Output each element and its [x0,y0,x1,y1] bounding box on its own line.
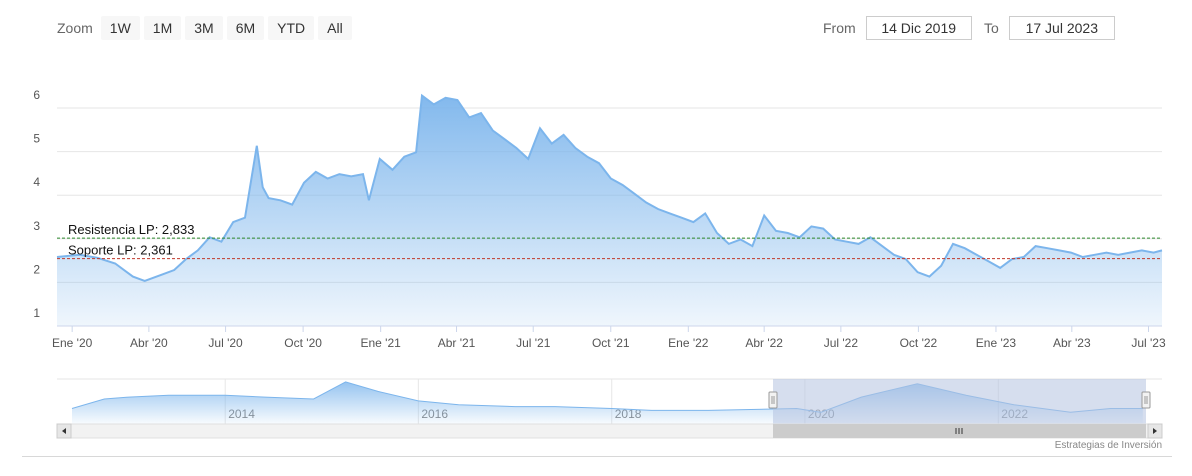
y-tick-label: 1 [33,306,40,320]
support-label: Soporte LP: 2,361 [68,243,173,258]
x-tick-label: Oct '22 [900,336,938,350]
navigator-left-handle[interactable] [768,391,778,409]
y-tick-label: 2 [33,262,40,276]
series-area [57,95,1162,326]
y-tick-label: 3 [33,219,40,233]
y-tick-label: 6 [33,88,40,102]
handle-body[interactable] [768,391,778,409]
x-tick-label: Abr '22 [745,336,783,350]
y-axis: 1 2 3 4 5 6 [33,88,40,320]
x-tick-label: Jul '21 [516,336,551,350]
x-tick-label: Oct '21 [592,336,630,350]
y-tick-label: 4 [33,175,40,189]
chart-credit[interactable]: Estrategias de Inversión [1055,440,1162,451]
x-tick-label: Jul '20 [208,336,243,350]
x-tick-label: Ene '22 [668,336,709,350]
navigator-right-handle[interactable] [1141,391,1151,409]
price-chart[interactable]: 123456 Ene '20 Abr '20 Jul '20 Oct '20 Ene '… [0,0,1192,476]
resistance-label: Resistencia LP: 2,833 [68,222,194,237]
handle-body[interactable] [1141,391,1151,409]
navigator-scrollbar[interactable] [56,423,1163,439]
y-tick-label: 5 [33,132,40,146]
x-tick-label: Ene '20 [52,336,93,350]
navigator-selection[interactable] [773,379,1146,424]
x-axis: Ene '20 Abr '20 Jul '20 Oct '20 Ene '21 Abr '… [52,325,1166,350]
navigator[interactable]: 20142016201820202022 [56,378,1163,439]
x-tick-label: Abr '23 [1053,336,1091,350]
x-tick-label: Abr '21 [438,336,476,350]
x-tick-label: Ene '23 [976,336,1017,350]
x-tick-label: Jul '23 [1131,336,1166,350]
x-tick-label: Jul '22 [824,336,859,350]
divider [22,456,1172,457]
x-tick-label: Ene '21 [360,336,401,350]
x-tick-label: Abr '20 [130,336,168,350]
x-tick-label: Oct '20 [284,336,322,350]
series-layer [56,93,1163,326]
